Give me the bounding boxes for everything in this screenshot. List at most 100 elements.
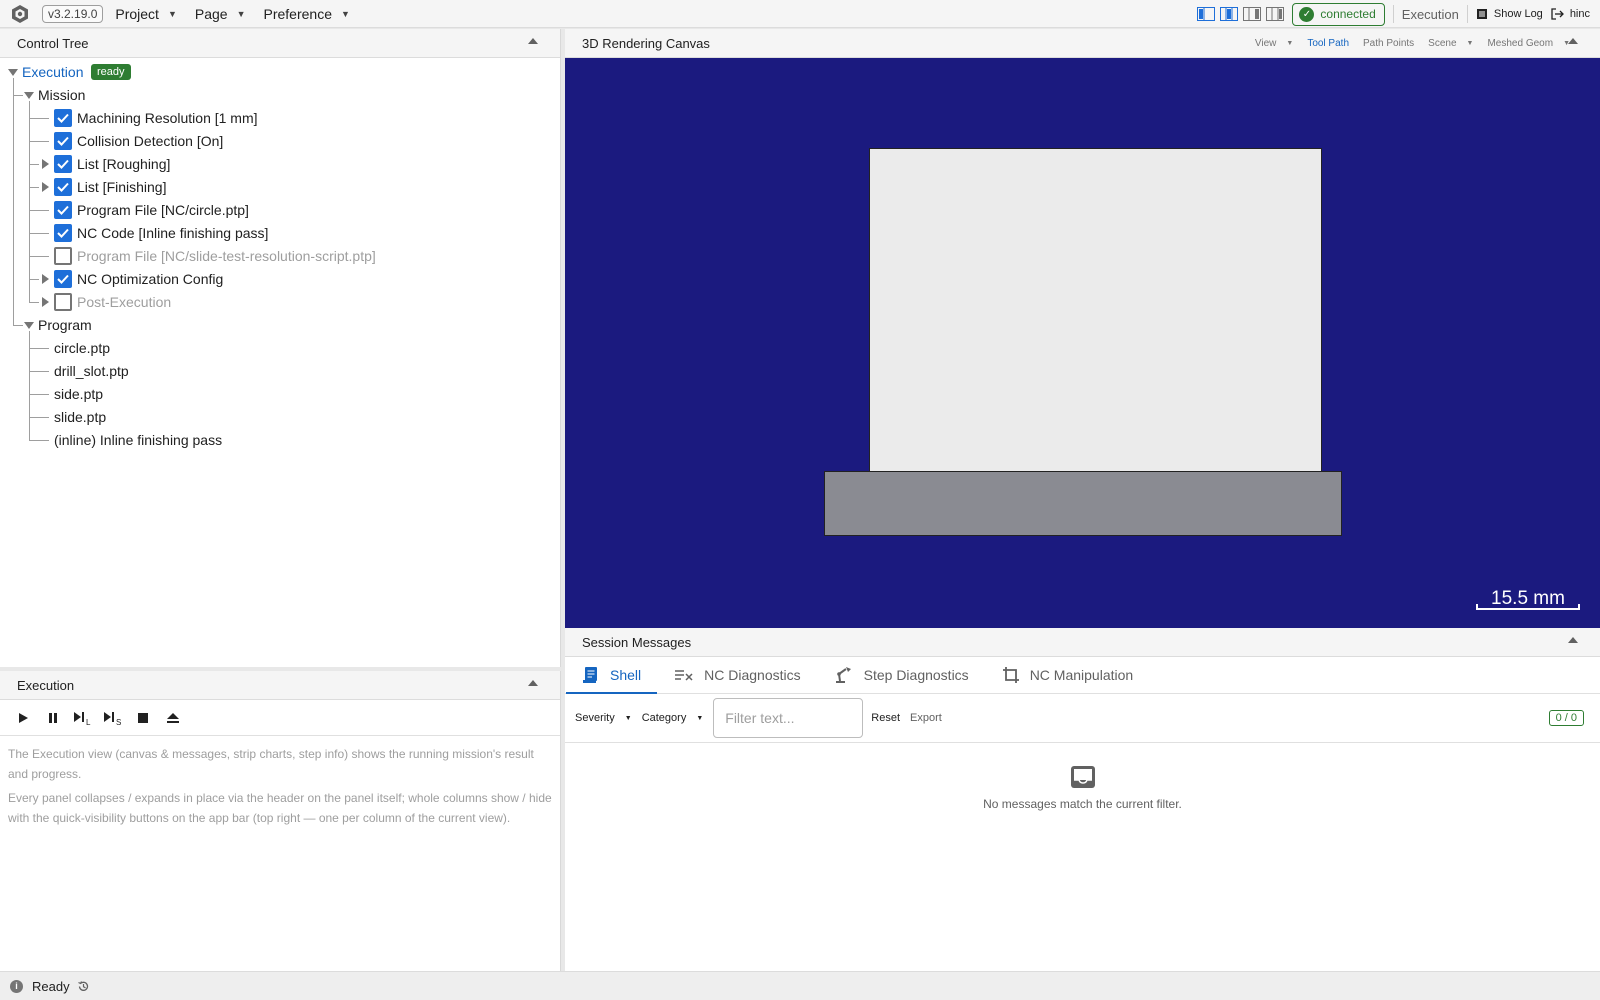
path-points-toggle[interactable]: Path Points xyxy=(1363,38,1414,49)
tree-node-mission-item[interactable]: Program File [NC/circle.ptp] xyxy=(0,199,560,222)
tree-line xyxy=(29,440,49,441)
user-name: hinc xyxy=(1569,8,1590,20)
tree-node-mission-item[interactable]: NC Optimization Config xyxy=(0,268,560,291)
tab-shell-label: Shell xyxy=(610,667,642,683)
collapse-icon[interactable] xyxy=(1568,637,1578,643)
tree-node-mission-item[interactable]: NC Code [Inline finishing pass] xyxy=(0,222,560,245)
tree-node-mission-item[interactable]: List [Finishing] xyxy=(0,176,560,199)
meshed-geom-label: Meshed Geom xyxy=(1487,38,1554,49)
expand-toggle-icon[interactable] xyxy=(24,322,34,329)
checkbox[interactable] xyxy=(54,201,72,219)
tree-node-mission-item[interactable]: Machining Resolution [1 mm] xyxy=(0,107,560,130)
history-icon[interactable] xyxy=(77,980,90,993)
tree-line xyxy=(29,394,49,395)
tab-nc-diagnostics-label: NC Diagnostics xyxy=(704,667,801,683)
tree-node-mission-item[interactable]: Collision Detection [On] xyxy=(0,130,560,153)
expand-toggle-icon[interactable] xyxy=(42,182,49,192)
execution-header[interactable]: Execution xyxy=(0,671,560,700)
tab-step-diagnostics[interactable]: Step Diagnostics xyxy=(818,657,985,693)
session-messages-header[interactable]: Session Messages xyxy=(565,628,1600,657)
tree-node-mission-item[interactable]: Program File [NC/slide-test-resolution-s… xyxy=(0,245,560,268)
menu-preference[interactable]: Preference ▼ xyxy=(264,6,350,22)
reset-button[interactable]: Reset xyxy=(871,712,900,724)
panel-title: 3D Rendering Canvas xyxy=(582,35,710,51)
checkbox[interactable] xyxy=(54,293,72,311)
checkbox[interactable] xyxy=(54,178,72,196)
column-visibility-middle-icon[interactable] xyxy=(1220,7,1239,21)
step-line-button[interactable]: L xyxy=(72,707,94,729)
tree-node-label: Execution xyxy=(22,64,84,80)
panel-title: Session Messages xyxy=(582,634,692,650)
expand-toggle-icon[interactable] xyxy=(42,274,49,284)
checkbox[interactable] xyxy=(54,247,72,265)
check-icon xyxy=(57,274,69,284)
tree-node-program-item[interactable]: circle.ptp xyxy=(0,337,560,360)
tree-node-program-item[interactable]: drill_slot.ptp xyxy=(0,360,560,383)
view-menu[interactable]: View ▼ xyxy=(1255,38,1293,49)
tree-node-execution[interactable]: Execution ready xyxy=(0,61,560,84)
checkbox[interactable] xyxy=(54,109,72,127)
app-bar: v3.2.19.0 Project ▼ Page ▼ Preference ▼ ✓ c… xyxy=(0,0,1600,28)
rendering-canvas[interactable]: 15.5 mm xyxy=(565,58,1600,628)
checkbox[interactable] xyxy=(54,155,72,173)
tree-node-program[interactable]: Program xyxy=(0,314,560,337)
tree-node-mission-item[interactable]: Post-Execution xyxy=(0,291,560,314)
tree-node-label: Collision Detection [On] xyxy=(77,133,224,149)
scene-menu[interactable]: Scene ▼ xyxy=(1428,38,1473,49)
tab-nc-diagnostics[interactable]: NC Diagnostics xyxy=(658,657,816,693)
tree-node-program-item[interactable]: side.ptp xyxy=(0,383,560,406)
show-log-button[interactable]: Show Log xyxy=(1476,8,1543,20)
expand-toggle-icon[interactable] xyxy=(42,297,49,307)
step-line-icon: L xyxy=(74,711,91,726)
control-tree: Execution ready Mission Machining Resolutio… xyxy=(0,58,560,448)
checkbox[interactable] xyxy=(54,132,72,150)
expand-toggle-icon[interactable] xyxy=(42,159,49,169)
checkbox[interactable] xyxy=(54,270,72,288)
message-count-badge: 0 / 0 xyxy=(1548,710,1584,726)
panel-title: Execution xyxy=(17,677,75,693)
status-text: Ready xyxy=(32,978,70,994)
expand-toggle-icon[interactable] xyxy=(8,69,18,76)
tree-node-program-item[interactable]: slide.ptp xyxy=(0,406,560,429)
category-select[interactable]: Category ▼ xyxy=(642,712,704,724)
stop-button[interactable] xyxy=(132,707,154,729)
export-button[interactable]: Export xyxy=(910,712,942,724)
menu-page-label: Page xyxy=(194,5,228,22)
tree-node-label: Program xyxy=(38,317,92,333)
menu-page[interactable]: Page ▼ xyxy=(195,6,246,22)
chevron-down-icon: ▼ xyxy=(167,8,177,19)
column-visibility-right-icon[interactable] xyxy=(1243,7,1262,21)
column-visibility-left-icon[interactable] xyxy=(1197,7,1216,21)
filter-text-input[interactable] xyxy=(713,698,864,738)
logout-button[interactable]: hinc xyxy=(1551,8,1590,20)
canvas-header[interactable]: 3D Rendering Canvas View ▼ Tool Path Path… xyxy=(565,29,1600,58)
tree-node-label: List [Roughing] xyxy=(77,156,171,172)
tab-nc-manipulation[interactable]: NC Manipulation xyxy=(986,657,1150,693)
tab-shell[interactable]: Shell xyxy=(566,657,658,694)
chevron-down-icon: ▼ xyxy=(236,8,246,19)
chevron-down-icon: ▼ xyxy=(624,714,632,722)
expand-toggle-icon[interactable] xyxy=(24,92,34,99)
play-button[interactable] xyxy=(12,707,34,729)
collapse-icon[interactable] xyxy=(1568,38,1578,44)
divider xyxy=(1466,5,1468,23)
eject-button[interactable] xyxy=(162,707,184,729)
column-visibility-all-icon[interactable] xyxy=(1266,7,1285,21)
menu-project[interactable]: Project ▼ xyxy=(115,6,177,22)
severity-select[interactable]: Severity ▼ xyxy=(575,712,632,724)
pause-button[interactable] xyxy=(42,707,64,729)
tree-node-mission-item[interactable]: List [Roughing] xyxy=(0,153,560,176)
current-view-label: Execution xyxy=(1401,6,1459,22)
pause-icon xyxy=(49,712,57,723)
collapse-icon[interactable] xyxy=(528,680,538,686)
step-segment-button[interactable]: S xyxy=(102,707,124,729)
tree-line xyxy=(29,141,49,142)
version-badge: v3.2.19.0 xyxy=(42,4,104,23)
tree-node-program-item[interactable]: (inline) Inline finishing pass xyxy=(0,429,560,452)
control-tree-header[interactable]: Control Tree xyxy=(0,29,560,58)
tree-node-mission[interactable]: Mission xyxy=(0,84,560,107)
tool-path-toggle[interactable]: Tool Path xyxy=(1307,38,1349,49)
collapse-icon[interactable] xyxy=(528,38,538,44)
checkbox[interactable] xyxy=(54,224,72,242)
meshed-geom-menu[interactable]: Meshed Geom ▼ xyxy=(1487,38,1570,49)
